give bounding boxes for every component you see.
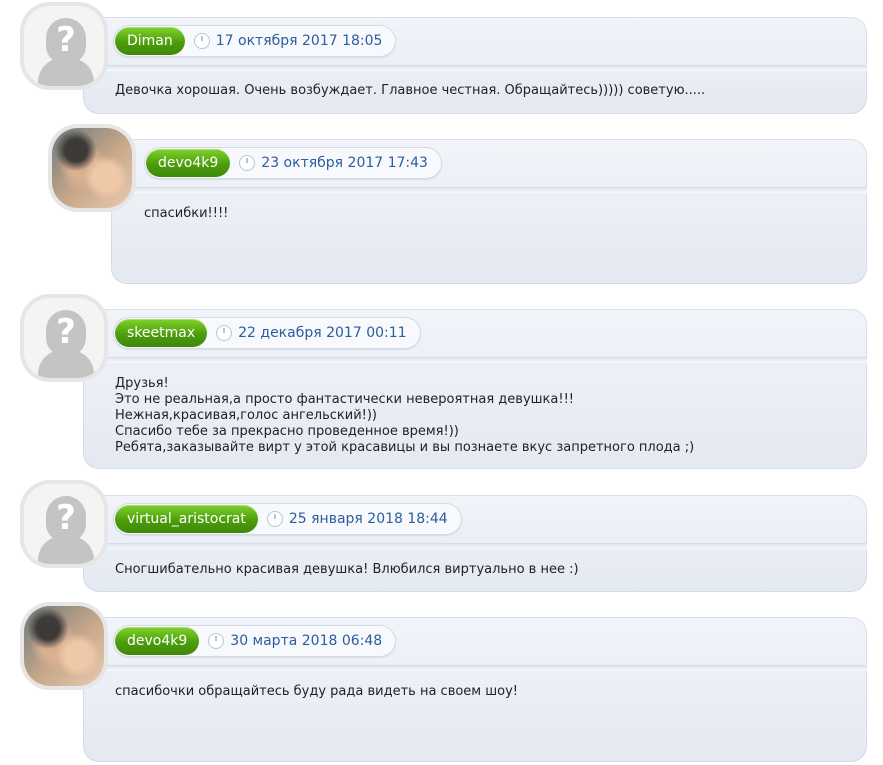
comment-header: virtual_aristocrat 25 января 2018 18:44 <box>113 503 462 535</box>
comment-text: Девочка хорошая. Очень возбуждает. Главн… <box>115 83 706 98</box>
avatar[interactable]: ? <box>20 294 108 382</box>
username-button[interactable]: devo4k9 <box>115 627 200 655</box>
comment-text: Сногшибательно красивая девушка! Влюбилс… <box>115 562 579 577</box>
comment-header: Diman 17 октября 2017 18:05 <box>113 25 397 57</box>
clock-icon <box>239 155 256 171</box>
comment-date: 25 января 2018 18:44 <box>288 511 448 527</box>
comment-header: skeetmax 22 декабря 2017 00:11 <box>113 317 421 349</box>
avatar[interactable]: ? <box>20 480 108 568</box>
avatar[interactable] <box>48 124 136 212</box>
clock-icon <box>193 33 210 49</box>
comment-header: devo4k9 23 октября 2017 17:43 <box>144 147 442 179</box>
card-divider <box>83 65 867 71</box>
card-divider <box>83 665 867 671</box>
avatar[interactable]: ? <box>20 2 108 90</box>
username-button[interactable]: skeetmax <box>115 319 208 347</box>
clock-icon <box>208 633 225 649</box>
card-divider <box>111 187 867 193</box>
comment-date: 23 октября 2017 17:43 <box>261 155 428 171</box>
comment-text: спасибочки обращайтесь буду рада видеть … <box>115 684 518 699</box>
comment-date: 30 марта 2018 06:48 <box>230 633 383 649</box>
comment-text: Друзья! Это не реальная,а просто фантаст… <box>115 376 695 455</box>
username-button[interactable]: devo4k9 <box>146 149 231 177</box>
clock-icon <box>266 511 283 527</box>
comment-date: 22 декабря 2017 00:11 <box>238 325 407 341</box>
comment-date: 17 октября 2017 18:05 <box>215 33 383 49</box>
card-divider <box>83 543 867 549</box>
avatar[interactable] <box>20 602 108 690</box>
user-photo <box>52 128 132 208</box>
comment-header: devo4k9 30 марта 2018 06:48 <box>113 625 397 657</box>
comment-text: спасибки!!!! <box>144 206 229 221</box>
clock-icon <box>216 325 233 341</box>
username-button[interactable]: Diman <box>115 27 185 55</box>
username-button[interactable]: virtual_aristocrat <box>115 505 258 533</box>
card-divider <box>83 357 867 363</box>
user-photo <box>24 606 104 686</box>
